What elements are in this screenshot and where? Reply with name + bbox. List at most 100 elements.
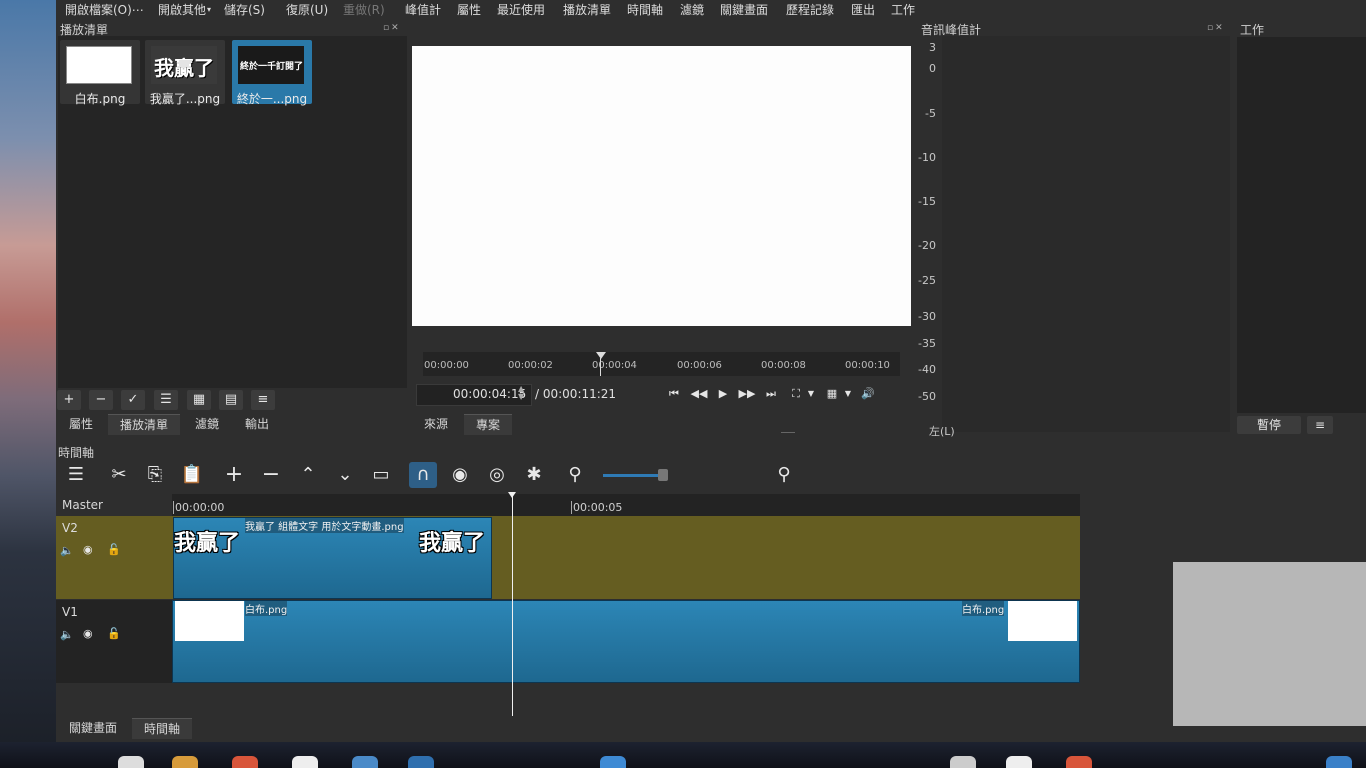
eye-icon[interactable]: ◉: [83, 543, 93, 556]
peak-meter-area: [942, 36, 1230, 432]
video-preview[interactable]: [412, 46, 911, 326]
jobs-menu-button[interactable]: ≡: [1307, 416, 1333, 434]
menu-timeline[interactable]: 時間軸: [627, 1, 663, 18]
timeline-menu-icon[interactable]: ☰: [62, 462, 90, 488]
ripple-all-icon[interactable]: ✱: [520, 462, 548, 488]
overwrite-icon[interactable]: ⌄: [331, 462, 359, 488]
remove-icon[interactable]: −: [257, 462, 285, 488]
zoom-out-icon[interactable]: ⚲: [561, 462, 589, 488]
player-scrubber[interactable]: [423, 352, 900, 376]
chevron-down-icon[interactable]: ▾: [207, 5, 211, 14]
zoom-fit-icon[interactable]: ⛶: [786, 386, 806, 402]
total-duration: / 00:00:11:21: [535, 387, 617, 401]
tab-properties[interactable]: 屬性: [58, 414, 104, 434]
taskbar-app-icon[interactable]: [352, 756, 378, 768]
taskbar-app-icon[interactable]: [118, 756, 144, 768]
menu-filters[interactable]: 濾鏡: [680, 1, 704, 18]
tab-filters[interactable]: 濾鏡: [184, 414, 230, 434]
track-header-v2[interactable]: V2 🔈 ◉ 🔓: [56, 516, 172, 599]
volume-icon[interactable]: 🔊: [858, 386, 878, 402]
taskbar-folder-icon[interactable]: [172, 756, 198, 768]
lock-icon[interactable]: 🔓: [107, 543, 121, 556]
menu-open-file[interactable]: 開啟檔案(O)⋯: [65, 1, 144, 18]
menu-properties[interactable]: 屬性: [457, 1, 481, 18]
meter-scale-label: -20: [918, 239, 936, 252]
menu-history[interactable]: 歷程記錄: [786, 1, 834, 18]
skip-next-icon[interactable]: ⏭: [761, 386, 781, 402]
taskbar-app-icon[interactable]: [950, 756, 976, 768]
taskbar-app-icon[interactable]: [600, 756, 626, 768]
skip-previous-icon[interactable]: ⏮: [664, 386, 684, 402]
chevron-down-icon[interactable]: ▼: [804, 386, 818, 402]
update-button[interactable]: ✓: [121, 390, 145, 410]
append-icon[interactable]: +: [220, 462, 248, 488]
add-button[interactable]: +: [57, 390, 81, 410]
scrubber-playhead[interactable]: [596, 352, 606, 359]
details-view-button[interactable]: ☰: [154, 390, 178, 410]
mute-icon[interactable]: 🔈: [60, 544, 74, 557]
menu-export[interactable]: 匯出: [851, 1, 875, 18]
zoom-in-icon[interactable]: ⚲: [770, 462, 798, 488]
playlist-item-selected[interactable]: 終於一千訂閱了 終於一...png: [232, 40, 312, 106]
timeline-ruler-tick: 00:00:05: [571, 501, 623, 514]
ripple-icon[interactable]: ◎: [483, 462, 511, 488]
lift-icon[interactable]: ⌃: [294, 462, 322, 488]
menu-jobs[interactable]: 工作: [891, 1, 915, 18]
track-header-v1[interactable]: V1 🔈 ◉ 🔓: [56, 600, 172, 683]
rewind-icon[interactable]: ◀◀: [689, 386, 709, 402]
eye-icon[interactable]: ◉: [83, 627, 93, 640]
menu-undo[interactable]: 復原(U): [286, 1, 328, 18]
play-icon[interactable]: ▶: [713, 386, 733, 402]
menu-redo[interactable]: 重做(R): [343, 1, 385, 18]
menu-peak-meter[interactable]: 峰值計: [405, 1, 441, 18]
splitter-handle[interactable]: [781, 432, 795, 433]
split-icon[interactable]: ▭: [367, 462, 395, 488]
timeline-ruler[interactable]: [172, 494, 1080, 516]
float-close-icon[interactable]: ▫✕: [1207, 23, 1225, 33]
float-close-icon[interactable]: ▫✕: [383, 23, 401, 33]
taskbar-app-icon[interactable]: [408, 756, 434, 768]
paste-icon[interactable]: 📋: [178, 462, 206, 488]
tab-source[interactable]: 來源: [416, 414, 456, 434]
tab-project[interactable]: 專案: [464, 414, 512, 435]
timecode-spin-icon[interactable]: ▲ ▼: [518, 385, 524, 401]
remove-button[interactable]: −: [89, 390, 113, 410]
menu-open-other[interactable]: 開啟其他: [158, 1, 206, 18]
chevron-down-icon[interactable]: ▼: [841, 386, 855, 402]
menu-keyframes[interactable]: 關鍵畫面: [720, 1, 768, 18]
taskbar-app-icon[interactable]: [1066, 756, 1092, 768]
icons-view-button[interactable]: ▤: [219, 390, 243, 410]
snap-magnet-icon[interactable]: ∩: [409, 462, 437, 488]
lock-icon[interactable]: 🔓: [107, 627, 121, 640]
taskbar-app-icon[interactable]: [292, 756, 318, 768]
tab-playlist[interactable]: 播放清單: [108, 414, 180, 435]
pause-jobs-button[interactable]: 暫停: [1237, 416, 1301, 434]
taskbar-app-icon[interactable]: [1326, 756, 1352, 768]
taskbar-browser-icon[interactable]: [232, 756, 258, 768]
playlist-item[interactable]: 我贏了 我贏了...png: [145, 40, 225, 106]
zoom-slider[interactable]: [603, 474, 663, 477]
timeline-clip[interactable]: [172, 600, 1080, 683]
clip-thumbnail-text: 我贏了: [419, 531, 486, 556]
tiles-view-button[interactable]: ▦: [187, 390, 211, 410]
playlist-item[interactable]: 白布.png: [60, 40, 140, 106]
fast-forward-icon[interactable]: ▶▶: [737, 386, 757, 402]
copy-icon[interactable]: ⎘: [141, 462, 169, 488]
cut-icon[interactable]: ✂: [105, 462, 133, 488]
mute-icon[interactable]: 🔈: [60, 628, 74, 641]
taskbar-app-icon[interactable]: [1006, 756, 1032, 768]
menu-recent[interactable]: 最近使用: [497, 1, 545, 18]
tab-timeline[interactable]: 時間軸: [132, 718, 192, 739]
ruler-tick: 00:00:08: [761, 360, 806, 371]
tab-export[interactable]: 輸出: [234, 414, 280, 434]
scrub-eye-icon[interactable]: ◉: [446, 462, 474, 488]
zoom-slider-handle[interactable]: [658, 469, 668, 481]
menu-save[interactable]: 儲存(S): [224, 1, 265, 18]
master-label: Master: [62, 498, 103, 512]
thumbnail-white: [66, 46, 132, 84]
menu-playlist[interactable]: 播放清單: [563, 1, 611, 18]
grid-icon[interactable]: ▦: [822, 386, 842, 402]
playlist-menu-button[interactable]: ≡: [251, 390, 275, 410]
tab-keyframes[interactable]: 關鍵畫面: [60, 718, 126, 738]
clip-thumbnail-white: [1008, 601, 1077, 641]
